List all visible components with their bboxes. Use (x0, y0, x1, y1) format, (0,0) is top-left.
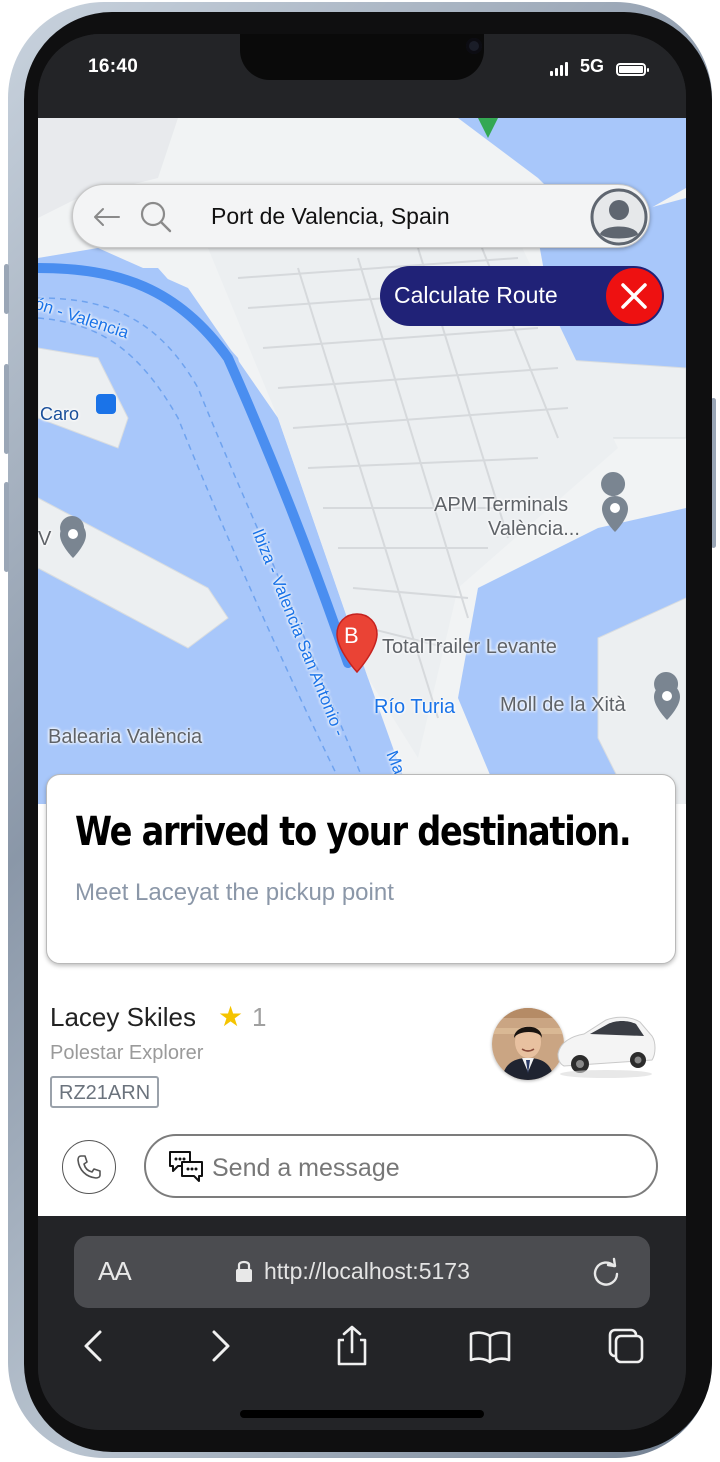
mute-switch (4, 264, 9, 314)
address-bar[interactable]: AA http://localhost:5173 (74, 1236, 650, 1308)
volume-up-button (4, 364, 9, 454)
front-camera (466, 38, 482, 54)
chat-icon (169, 1151, 203, 1182)
place-pin-icon[interactable] (600, 494, 630, 534)
arrival-title: We arrived to your destination. (75, 809, 632, 855)
call-driver-button[interactable] (62, 1140, 116, 1194)
car-model: Polestar Explorer (50, 1042, 204, 1064)
place-pin-icon[interactable] (652, 682, 682, 722)
license-plate: RZ21ARN (50, 1076, 160, 1108)
map-label-apm-1: APM Terminals (434, 494, 569, 516)
map-label-v: V (38, 528, 52, 550)
close-route-button[interactable] (606, 268, 662, 324)
message-input[interactable]: Send a message (144, 1134, 658, 1198)
dynamic-notch (240, 34, 484, 80)
tabs-icon[interactable] (604, 1324, 648, 1368)
search-input[interactable]: Port de Valencia, Spain (211, 203, 481, 230)
share-icon[interactable] (330, 1324, 374, 1368)
search-icon (140, 201, 172, 233)
driver-rating: 1 (252, 1002, 267, 1032)
status-time: 16:40 (88, 56, 139, 77)
phone-icon (77, 1155, 101, 1179)
back-arrow-icon[interactable] (91, 205, 121, 229)
map-label-rio-turia: Río Turia (374, 696, 456, 718)
car-image (557, 1016, 656, 1078)
url-text: http://localhost:5173 (264, 1258, 470, 1284)
screen: 16:40 5G B ón - Valencia Caro APM Termin… (38, 34, 686, 1430)
nav-back-icon[interactable] (72, 1324, 116, 1368)
map-label-total-trailer: TotalTrailer Levante (382, 636, 557, 658)
map-label-moll: Moll de la Xità (500, 694, 626, 716)
star-icon: ★ (218, 1001, 244, 1032)
bookmarks-icon[interactable] (468, 1324, 512, 1368)
marker-letter: B (344, 623, 359, 648)
close-icon (621, 283, 647, 309)
place-pin-icon[interactable] (58, 520, 88, 560)
text-size-button[interactable]: AA (98, 1256, 132, 1287)
battery-icon (616, 63, 649, 76)
status-bar: 16:40 5G (38, 34, 686, 118)
volume-down-button (4, 482, 9, 572)
profile-icon[interactable] (589, 187, 649, 247)
search-bar[interactable]: Port de Valencia, Spain (72, 184, 650, 248)
network-type: 5G (580, 56, 605, 76)
calculate-route-label: Calculate Route (394, 282, 558, 308)
lock-icon (236, 1260, 252, 1282)
home-indicator[interactable] (240, 1410, 484, 1418)
arrival-card: We arrived to your destination. Meet Lac… (46, 774, 676, 964)
message-placeholder: Send a message (212, 1154, 400, 1182)
arrival-subtitle: Meet Laceyat the pickup point (75, 879, 394, 906)
driver-name: Lacey Skiles (50, 1002, 196, 1032)
nav-forward-icon[interactable] (198, 1324, 242, 1368)
browser-chrome: AA http://localhost:5173 (38, 1216, 686, 1430)
calculate-route-button[interactable]: Calculate Route (380, 266, 664, 326)
reload-icon[interactable] (590, 1256, 622, 1288)
map-label-balearia: Balearia València (48, 726, 203, 748)
map-view[interactable]: B ón - Valencia Caro APM Terminals Valèn… (38, 118, 686, 818)
signal-icon (550, 62, 568, 76)
map-label-apm-2: València... (488, 518, 580, 540)
ride-sheet: We arrived to your destination. Meet Lac… (38, 774, 686, 1216)
map-label-caro: Caro (40, 404, 80, 424)
